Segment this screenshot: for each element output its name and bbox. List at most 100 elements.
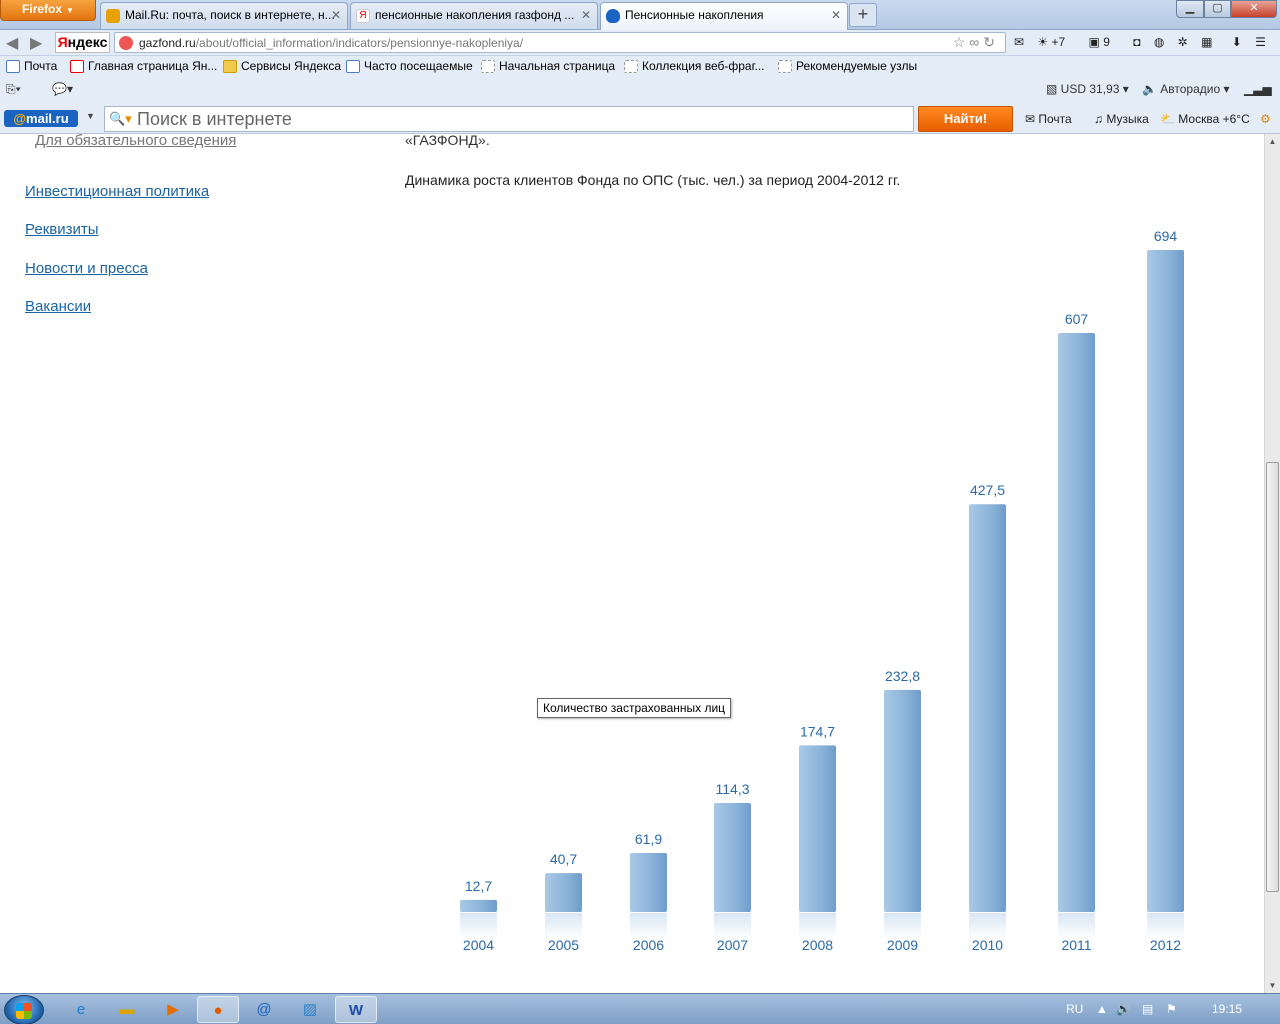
start-button[interactable] [4,995,44,1024]
chat-bubble-icon[interactable]: 💬▾ [52,82,73,96]
music-link[interactable]: ♫ Музыка [1094,112,1149,126]
bar-reflection [1147,913,1184,939]
x-tick-label: 2009 [887,937,918,953]
sidebar-link-requisites[interactable]: Реквизиты [25,221,99,238]
bookmark-yandex-services[interactable]: Сервисы Яндекса [221,59,341,73]
mail-agent-icon[interactable]: @ [243,996,285,1023]
scroll-up-arrow-icon[interactable]: ▲ [1265,134,1280,149]
clock[interactable]: 19:15 [1212,1002,1242,1016]
close-icon[interactable]: ✕ [581,3,591,28]
tray-expand-icon[interactable]: ▲ [1096,1002,1108,1016]
bookmark-label: Часто посещаемые [364,59,473,73]
value-label: 427,5 [970,482,1005,498]
bar-2010[interactable] [969,504,1006,912]
value-label: 12,7 [465,878,492,894]
search-icon[interactable]: 🔍▾ [109,111,132,127]
action-center-flag-icon[interactable]: ⚑ [1166,1002,1177,1016]
bar-2009[interactable] [884,689,921,912]
find-button[interactable]: Найти! [918,106,1013,132]
close-icon[interactable]: ✕ [831,3,841,28]
weather-sun-icon[interactable]: ☀ +7 [1037,35,1075,49]
weather-label: Москва +6°C [1178,112,1250,126]
bar-reflection [460,913,497,939]
x-tick-label: 2006 [633,937,664,953]
network-icon[interactable]: ▤ [1142,1002,1153,1016]
bookmark-yandex-home[interactable]: Главная страница Ян... [68,59,217,73]
settings-gear-icon[interactable]: ⚙ [1260,112,1271,126]
language-indicator[interactable]: RU [1066,1002,1083,1016]
search-input[interactable] [137,110,897,129]
firefox-menu-button[interactable]: Firefox ▼ [0,0,96,21]
sidebar-link-mandatory-info[interactable]: Для обязательного сведения [35,134,236,149]
chevron-down-icon[interactable]: ▼ [86,111,95,121]
bar-reflection [545,913,582,939]
bar-2008[interactable] [799,745,836,912]
radio-widget[interactable]: 🔈 Авторадио ▾ [1142,82,1230,96]
word-icon[interactable]: W [335,996,377,1023]
url-text: gazfond.ru/about/official_information/in… [139,36,524,50]
bar-2006[interactable] [630,852,667,912]
tab-mailru[interactable]: Mail.Ru: почта, поиск в интернете, н... … [100,2,348,29]
x-tick-label: 2012 [1150,937,1181,953]
bar-2012[interactable] [1147,250,1184,912]
tab-pension-savings[interactable]: Пенсионные накопления ✕ [600,2,848,30]
addon-icon[interactable]: ◍ [1154,35,1164,49]
mailru-favicon-icon [106,9,120,23]
addon-icon[interactable]: ✲ [1178,35,1188,49]
bookmark-pochta[interactable]: Почта [4,59,57,73]
new-tab-button[interactable]: + [849,3,877,27]
paint-icon[interactable]: ▨ [289,996,331,1023]
bookmark-most-visited[interactable]: Часто посещаемые [344,59,473,73]
ie-icon[interactable]: e [60,996,102,1023]
scroll-down-arrow-icon[interactable]: ▼ [1265,978,1280,993]
bookmark-suggested-sites[interactable]: Рекомендуемые узлы [776,59,917,73]
mail-link[interactable]: ✉ Почта [1025,112,1072,126]
sidebar-link-investment-policy[interactable]: Инвестиционная политика [25,183,209,200]
addon-icon[interactable]: ▦ [1201,35,1212,49]
volume-icon[interactable]: 🔊 [1116,1002,1131,1016]
chart-tooltip: Количество застрахованных лиц [537,698,732,718]
bookmark-star-icon[interactable]: ☆ [953,34,970,50]
bar-2011[interactable] [1058,332,1095,912]
address-bar[interactable]: gazfond.ru/about/official_information/in… [114,32,1006,53]
bar-2005[interactable] [545,873,582,912]
scrollbar-thumb[interactable] [1266,462,1279,892]
site-identity-icon[interactable] [119,36,133,50]
bar-2004[interactable] [460,899,497,912]
sidebar-link-vacancies[interactable]: Вакансии [25,298,91,315]
x-tick-label: 2008 [802,937,833,953]
forward-arrow-icon[interactable]: ▶ [30,33,42,53]
reload-icon[interactable]: ↻ [983,34,999,50]
mail-counter-icon[interactable]: ▣ 9 [1089,35,1120,49]
bookmark-web-slices[interactable]: Коллекция веб-фраг... [622,59,765,73]
minimize-button[interactable]: ▁ [1176,0,1204,18]
menu-icon[interactable]: ☰ [1255,35,1266,49]
mail-envelope-icon[interactable]: ✉ [1014,35,1024,49]
bookmark-start-page[interactable]: Начальная страница [479,59,615,73]
weather-widget[interactable]: ⛅ Москва +6°C [1160,112,1250,126]
firefox-icon[interactable]: ● [197,996,239,1023]
maximize-button[interactable]: ▢ [1204,0,1231,18]
screenshot-tool-icon[interactable]: ⎘▾ [6,82,21,97]
speaker-icon: 🔈 [1142,82,1161,96]
reader-glasses-icon[interactable]: ∞ [969,34,983,50]
x-tick-label: 2005 [548,937,579,953]
yandex-logo[interactable]: Яндекс [55,32,110,53]
tab-yandex-search[interactable]: Я пенсионные накопления газфонд ... ✕ [350,2,598,29]
bar-reflection [969,913,1006,939]
window-close-button[interactable]: ✕ [1231,0,1277,18]
vertical-scrollbar[interactable]: ▲ ▼ [1264,134,1280,993]
media-player-icon[interactable]: ▶ [152,996,194,1023]
windows-taskbar: e ▬ ▶ ● @ ▨ W RU ▲ 🔊 ▤ ⚑ 19:15 [0,993,1280,1024]
addon-icon[interactable]: ◘ [1133,35,1140,49]
bar-2007[interactable] [714,802,751,912]
close-icon[interactable]: ✕ [331,3,341,28]
signal-bars-icon[interactable]: ▁▃▅ [1244,82,1272,96]
back-arrow-icon[interactable]: ◀ [6,33,18,53]
explorer-icon[interactable]: ▬ [106,996,148,1023]
bookmark-label: Сервисы Яндекса [241,59,342,73]
sidebar-link-news-press[interactable]: Новости и пресса [25,260,148,277]
download-arrow-icon[interactable]: ⬇ [1232,35,1242,49]
currency-widget[interactable]: ▧ USD 31,93 ▾ [1046,82,1129,96]
mailru-logo[interactable]: @mail.ru [4,110,78,127]
